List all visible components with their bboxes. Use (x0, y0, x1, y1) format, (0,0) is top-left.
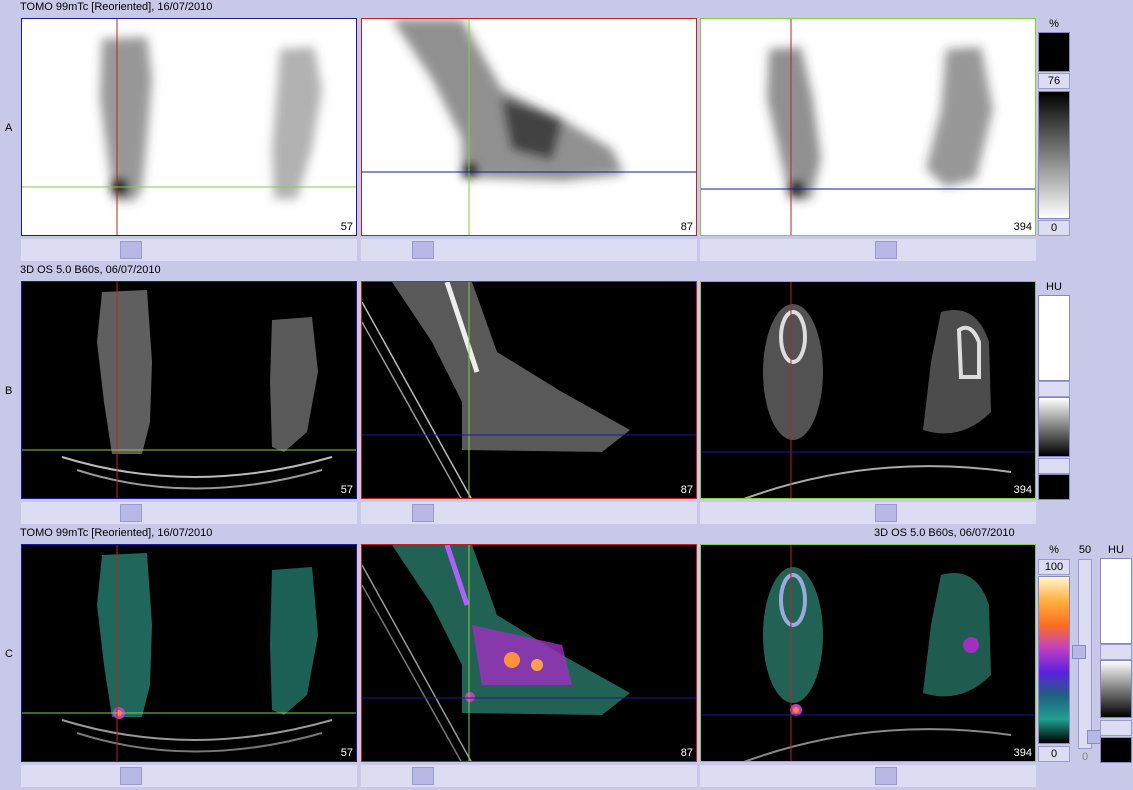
row-a-scrollbar-sagittal[interactable] (361, 239, 697, 261)
fusion-slider-max-label: 50 (1078, 544, 1092, 556)
row-c-viewport-coronal[interactable]: 57 (21, 544, 357, 762)
slice-number: 57 (340, 484, 353, 496)
colorbar-c-hu-bottom-block (1100, 737, 1132, 763)
slice-number: 57 (340, 221, 353, 233)
row-a-label: A (5, 122, 13, 134)
colorbar-b-top-block (1038, 295, 1070, 381)
row-c-label: C (5, 648, 13, 660)
slice-number: 57 (340, 747, 353, 759)
scroll-thumb[interactable] (120, 241, 142, 259)
ct-sagittal-image (362, 282, 696, 498)
row-b-scrollbar-sagittal[interactable] (361, 502, 697, 524)
colorbar-a-top-block (1038, 32, 1070, 72)
colorbar-c-hu-top-block (1100, 558, 1132, 644)
spect-coronal-image (22, 19, 356, 235)
spect-axial-image (701, 19, 1035, 235)
colorbar-c-hu-min-handle[interactable] (1100, 720, 1132, 736)
ct-coronal-image (22, 282, 356, 498)
colorbar-b-unit: HU (1046, 281, 1062, 293)
row-c-viewport-axial[interactable]: 394 (700, 544, 1036, 762)
scroll-thumb[interactable] (875, 241, 897, 259)
fusion-blend-slider-knob[interactable] (1072, 645, 1086, 659)
colorbar-a-min-value[interactable]: 0 (1038, 220, 1070, 236)
fusion-axial-image (701, 545, 1035, 761)
slice-number: 87 (680, 747, 693, 759)
row-a-scrollbar-axial[interactable] (700, 239, 1036, 261)
colorbar-c-pct-unit: % (1049, 544, 1059, 556)
row-b-viewport-axial[interactable]: 394 (700, 281, 1036, 499)
fusion-sagittal-image (362, 545, 696, 761)
colorbar-c-hu-gradient (1100, 660, 1132, 718)
colorbar-a-unit: % (1049, 18, 1059, 30)
row-b-scrollbar-axial[interactable] (700, 502, 1036, 524)
fusion-slider-min-label: 0 (1081, 751, 1089, 763)
colorbar-a-gradient (1038, 91, 1070, 219)
slice-number: 87 (680, 221, 693, 233)
row-c-header: TOMO 99mTc [Reoriented], 16/07/2010 (20, 527, 213, 539)
colorbar-b-min-handle[interactable] (1038, 458, 1070, 474)
row-a-viewport-coronal[interactable]: 57 (21, 18, 357, 236)
row-a-header: TOMO 99mTc [Reoriented], 16/07/2010 (20, 1, 213, 13)
scroll-thumb[interactable] (120, 767, 142, 785)
scroll-thumb[interactable] (412, 241, 434, 259)
colorbar-c-pct-min-value[interactable]: 0 (1038, 746, 1070, 762)
row-c-scrollbar-sagittal[interactable] (361, 765, 697, 787)
colorbar-c-hu-unit: HU (1108, 544, 1124, 556)
colorbar-b-bottom-block (1038, 474, 1070, 500)
row-b-viewport-sagittal[interactable]: 87 (361, 281, 697, 499)
row-b-header: 3D OS 5.0 B60s, 06/07/2010 (20, 264, 161, 276)
row-b-label: B (5, 385, 13, 397)
slice-number: 394 (1013, 747, 1032, 759)
colorbar-c-hu-max-handle[interactable] (1100, 644, 1132, 660)
colorbar-c-pct-max-value[interactable]: 100 (1038, 559, 1070, 575)
row-b-scrollbar-coronal[interactable] (21, 502, 357, 524)
scroll-thumb[interactable] (412, 767, 434, 785)
row-a-viewport-sagittal[interactable]: 87 (361, 18, 697, 236)
row-c-scrollbar-axial[interactable] (700, 765, 1036, 787)
ct-axial-image (701, 282, 1035, 498)
colorbar-a-max-value[interactable]: 76 (1038, 73, 1070, 89)
colorbar-c-pct-gradient (1038, 576, 1070, 744)
slice-number: 394 (1013, 484, 1032, 496)
slice-number: 394 (1013, 221, 1032, 233)
scroll-thumb[interactable] (120, 504, 142, 522)
scroll-thumb[interactable] (875, 504, 897, 522)
row-a-scrollbar-coronal[interactable] (21, 239, 357, 261)
colorbar-b-max-handle[interactable] (1038, 381, 1070, 397)
colorbar-b-gradient (1038, 397, 1070, 457)
row-c-viewport-sagittal[interactable]: 87 (361, 544, 697, 762)
row-a-viewport-axial[interactable]: 394 (700, 18, 1036, 236)
row-b-viewport-coronal[interactable]: 57 (21, 281, 357, 499)
fusion-blend-slider-knob-secondary[interactable] (1087, 730, 1101, 744)
scroll-thumb[interactable] (412, 504, 434, 522)
scroll-thumb[interactable] (875, 767, 897, 785)
row-c-header-right: 3D OS 5.0 B60s, 06/07/2010 (874, 527, 1015, 539)
slice-number: 87 (680, 484, 693, 496)
fusion-coronal-image (22, 545, 356, 761)
spect-sagittal-image (362, 19, 696, 235)
row-c-scrollbar-coronal[interactable] (21, 765, 357, 787)
